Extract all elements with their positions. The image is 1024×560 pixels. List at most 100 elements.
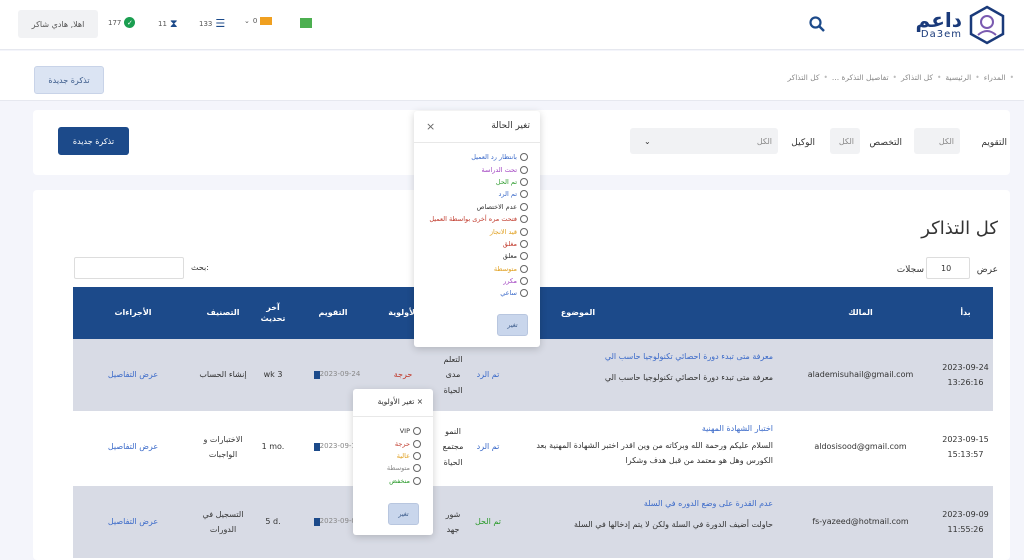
close-icon[interactable]: × [426,120,435,133]
radio-button[interactable] [520,227,528,236]
radio-button[interactable] [520,289,528,298]
priority-option-label: منخفض [389,476,410,485]
view-details-link[interactable]: عرض التفاصيل [73,339,193,411]
subject-link[interactable]: اختبار الشهادة المهنية [513,421,773,436]
status-option[interactable]: تم الرد [422,188,528,200]
page-size-select[interactable]: 10 [926,257,970,279]
priority-option[interactable]: حرجة [359,437,421,449]
view-details-link[interactable]: عرض التفاصيل [73,486,193,558]
radio-button[interactable] [520,190,528,199]
logo-arabic: داعم [915,8,962,32]
pending-count: 11 [158,20,167,28]
status-text[interactable]: تم الحل [473,486,503,558]
time-text: 11:55:26 [947,525,984,534]
rating-filter-select[interactable]: الكل [914,128,960,154]
chevron-down-icon: ⌄ [644,136,651,146]
agent-filter-select[interactable]: ⌄ الكل [630,128,778,154]
status-option[interactable]: معلق [422,250,528,262]
subject-link[interactable]: معرفة متى تبدء دورة احصائي تكنولوجيا حاس… [513,349,773,364]
stat-dropdown[interactable]: ⌄ 0 [244,17,273,25]
notification-icon[interactable] [300,18,312,28]
view-details-link[interactable]: عرض التفاصيل [73,411,193,483]
priority-option[interactable]: VIP [359,425,421,437]
priority-change-button[interactable]: تغير [388,503,419,525]
status-option[interactable]: متوسطة [422,263,528,275]
close-icon[interactable]: × [417,397,423,406]
subject-link[interactable]: عدم القدرة على وضع الدوره في السلة [513,496,773,511]
status-change-button[interactable]: تغير [497,314,528,336]
search-input[interactable] [74,257,184,279]
radio-button[interactable] [520,153,528,162]
logo-english: Da3em [920,29,962,40]
radio-button[interactable] [413,476,421,485]
radio-button[interactable] [520,215,528,224]
radio-button[interactable] [520,264,528,273]
specialty-cell: التعلم مدى الحياة [443,355,463,395]
priority-option-label: حرجة [394,439,410,448]
new-ticket-button[interactable]: تذكرة جديدة [58,127,129,155]
status-option[interactable]: تحت الدراسة [422,163,528,175]
radio-button[interactable] [520,177,528,186]
status-change-modal: تغير الحالة × بانتظار رد العميل تحت الدرا… [414,111,540,347]
sub-header: تذكرة جديدة • المدراء • الرئيسية • كل ال… [0,51,1024,101]
radio-button[interactable] [413,439,421,448]
col-actions: الأجراءات [114,308,152,318]
status-option[interactable]: ساعي [422,287,528,299]
logo-mark-icon [969,5,1005,45]
breadcrumb-item[interactable]: تفاصيل التذكرة ... [832,73,889,82]
subject-body: حاولت أضيف الدورة في السلة ولكن لا يتم إ… [574,520,773,530]
status-option-label: عدم الاختصاص [476,202,517,211]
new-ticket-top-button[interactable]: تذكرة جديدة [34,66,104,94]
breadcrumb-item: كل التذاكر [787,73,820,82]
radio-button[interactable] [413,451,421,460]
priority-option-label: متوسطة [386,464,410,473]
user-greeting[interactable]: اهلا, هادي شاكر [18,10,98,38]
stat-done[interactable]: 177 ✓ [108,17,136,28]
radio-button[interactable] [520,239,528,248]
breadcrumb-item[interactable]: المدراء [984,73,1006,82]
status-option-label: تم الحل [495,177,517,186]
status-text[interactable]: تم الرد [473,411,503,483]
radio-button[interactable] [413,427,421,436]
radio-button[interactable] [520,202,528,211]
breadcrumb-item[interactable]: كل التذاكر [901,73,933,82]
status-option[interactable]: عدم الاختصاص [422,201,528,213]
specialty-filter-select[interactable]: الكل [830,128,860,154]
radio-button[interactable] [413,464,421,473]
start-cell: 2023-09-09 11:55:26 [938,486,993,558]
subject-body: السلام عليكم ورحمة الله وبركاته من وين ا… [536,441,773,466]
priority-option[interactable]: عالية [359,450,421,462]
status-option-label: قيد الانجاز [489,227,517,236]
col-category[interactable]: التصنيف [193,287,253,339]
status-option[interactable]: بانتظار رد العميل [422,151,528,163]
search-icon[interactable] [808,15,826,33]
stat-list[interactable]: 133 ☰ [199,17,225,30]
col-last-update[interactable]: آخر تحديث [253,287,293,339]
status-option[interactable]: مكرر [422,275,528,287]
status-option[interactable]: تم الحل [422,176,528,188]
breadcrumb-item[interactable]: الرئيسية [945,73,971,82]
col-rating[interactable]: التقويم [293,287,373,339]
start-cell: 2023-09-24 13:26:16 [938,339,993,411]
radio-button[interactable] [520,165,528,174]
radio-button[interactable] [520,252,528,261]
col-start[interactable]: بدأ [938,287,993,339]
status-text[interactable]: تم الرد [477,367,500,382]
priority-option[interactable]: متوسطة [359,462,421,474]
status-option[interactable]: مغلق [422,238,528,250]
radio-button[interactable] [520,277,528,286]
subject-cell: عدم القدرة على وضع الدوره في السلة حاولت… [513,496,773,532]
status-option[interactable]: قيد الانجاز [422,225,528,237]
status-option-label: معلق [502,252,517,261]
status-option-label: ساعي [500,289,517,298]
priority-option[interactable]: منخفض [359,475,421,487]
status-option[interactable]: فتحت مره أخرى بواسطة العميل [422,213,528,225]
stat-pending[interactable]: 11 ⧗ [158,17,178,31]
list-count: 133 [199,19,213,28]
logo[interactable]: داعم Da3em [916,4,1006,46]
date-text: 2023-09-15 [942,434,989,444]
col-owner[interactable]: المالك [783,287,938,339]
status-cell[interactable]: تم الرد [473,339,503,411]
status-modal-title: تغير الحالة [491,121,530,131]
status-option-label: فتحت مره أخرى بواسطة العميل [429,215,517,224]
